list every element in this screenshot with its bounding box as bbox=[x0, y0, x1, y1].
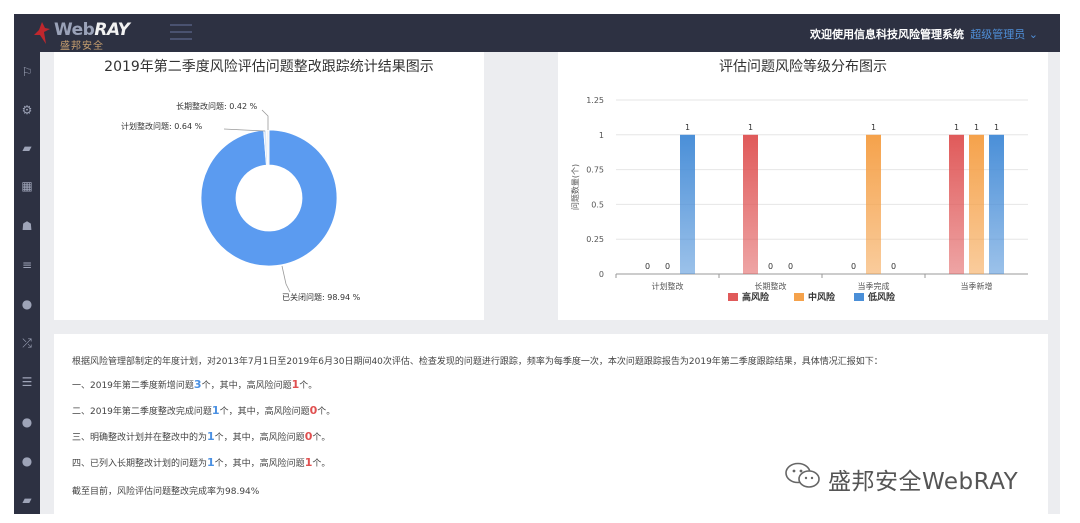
pie-chart-panel: 2019年第二季度风险评估问题整改跟踪统计结果图示 长期整改问题: 0.42 %… bbox=[54, 52, 484, 320]
help-icon-2[interactable]: ● bbox=[19, 414, 35, 430]
y-tick-label: 1.25 bbox=[586, 96, 604, 105]
welcome-text: 欢迎使用信息科技风险管理系统 bbox=[810, 28, 964, 41]
x-tick-label: 长期整改 bbox=[755, 281, 787, 291]
logo-mark-icon bbox=[34, 22, 50, 44]
bar[interactable] bbox=[743, 134, 758, 274]
report-intro: 根据风险管理部制定的年度计划，对2013年7月1日至2019年6月30日期间40… bbox=[72, 357, 883, 367]
x-tick-label: 当季新增 bbox=[961, 281, 993, 291]
shuffle-icon[interactable]: ⤮ bbox=[19, 335, 35, 351]
bar-data-label: 1 bbox=[685, 123, 690, 132]
bar[interactable] bbox=[680, 134, 695, 274]
bar-data-label: 0 bbox=[645, 262, 650, 271]
bar[interactable] bbox=[969, 134, 984, 274]
bar-data-label: 0 bbox=[851, 262, 856, 271]
help-icon-3[interactable]: ● bbox=[19, 453, 35, 469]
y-tick-label: 0.25 bbox=[586, 235, 604, 244]
report-summary: 截至目前，风险评估问题整改完成率为98.94% bbox=[72, 487, 260, 497]
briefcase-icon-2[interactable]: ▰ bbox=[19, 492, 35, 508]
bar-data-label: 1 bbox=[954, 123, 959, 132]
bar-chart: 0 0.25 0.5 0.75 1 1.25 问题数量(个) 计划整改 0 0 1 长期整改 1 0 0 当季… bbox=[570, 96, 1028, 303]
x-tick-label: 当季完成 bbox=[858, 281, 890, 291]
report-line-1: 一、2019年第二季度新增问题3个，其中，高风险问题1个。 bbox=[72, 378, 318, 391]
bar[interactable] bbox=[989, 134, 1004, 274]
user-name: 超级管理员 bbox=[970, 28, 1026, 41]
watermark: 盛邦安全WebRAY bbox=[784, 459, 1044, 495]
legend-swatch[interactable] bbox=[854, 293, 864, 301]
menu-toggle-icon[interactable] bbox=[170, 24, 192, 42]
flag-icon[interactable]: ⚐ bbox=[19, 64, 35, 80]
gear-icon[interactable]: ⚙ bbox=[19, 102, 35, 118]
sidebar: ⚐ ⚙ ▰ ▦ ☗ ≡ ● ⤮ ☰ ● ● ▰ bbox=[14, 52, 40, 514]
bar-data-label: 1 bbox=[994, 123, 999, 132]
logo-chinese: 盛邦安全 bbox=[60, 41, 104, 52]
bar-data-label: 0 bbox=[788, 262, 793, 271]
chevron-down-icon: ⌄ bbox=[1028, 28, 1038, 41]
pie-label-closed: 已关闭问题: 98.94 % bbox=[282, 293, 361, 302]
y-tick-label: 0.75 bbox=[586, 166, 604, 175]
y-tick-label: 0 bbox=[599, 270, 604, 279]
wechat-icon bbox=[785, 462, 820, 488]
numbered-list-icon[interactable]: ☰ bbox=[19, 374, 35, 390]
leader-line-closed bbox=[281, 265, 291, 293]
leader-line-planned bbox=[223, 128, 266, 132]
pie-chart bbox=[200, 109, 338, 293]
bar[interactable] bbox=[949, 134, 964, 274]
user-menu[interactable]: 超级管理员 ⌄ bbox=[970, 26, 1038, 42]
briefcase-icon[interactable]: ▰ bbox=[19, 140, 35, 156]
leader-line-long-term bbox=[261, 109, 269, 130]
calendar-icon[interactable]: ▦ bbox=[19, 178, 35, 194]
x-tick-label: 计划整改 bbox=[652, 281, 684, 291]
legend-label[interactable]: 高风险 bbox=[742, 291, 770, 303]
pie-label-planned: 计划整改问题: 0.64 % bbox=[121, 122, 203, 131]
report-line-3: 三、明确整改计划并在整改中的为1个，其中，高风险问题0个。 bbox=[72, 430, 331, 443]
y-axis-label: 问题数量(个) bbox=[570, 164, 580, 210]
bar-data-label: 1 bbox=[974, 123, 979, 132]
bar-data-label: 1 bbox=[871, 123, 876, 132]
bar-data-label: 0 bbox=[891, 262, 896, 271]
report-line-2: 二、2019年第二季度整改完成问题1个，其中，高风险问题0个。 bbox=[72, 404, 336, 417]
bar-chart-panel: 评估问题风险等级分布图示 0 0.25 0.5 0.75 1 1.25 问题数量(个) 计划整… bbox=[558, 52, 1048, 320]
app-window: WebRAY 盛邦安全 欢迎使用信息科技风险管理系统 超级管理员 ⌄ ⚐ ⚙ ▰… bbox=[14, 14, 1060, 514]
list-icon[interactable]: ≡ bbox=[19, 257, 35, 273]
legend-swatch[interactable] bbox=[794, 293, 804, 301]
bar-data-label: 0 bbox=[665, 262, 670, 271]
bar-data-label: 1 bbox=[748, 123, 753, 132]
bar[interactable] bbox=[866, 134, 881, 274]
pie-label-long-term: 长期整改问题: 0.42 % bbox=[176, 102, 258, 111]
users-icon[interactable]: ☗ bbox=[19, 218, 35, 234]
bar-data-label: 0 bbox=[768, 262, 773, 271]
report-line-4: 四、已列入长期整改计划的问题为1个，其中，高风险问题1个。 bbox=[72, 456, 331, 469]
watermark-text: 盛邦安全WebRAY bbox=[828, 469, 1019, 495]
logo[interactable]: WebRAY 盛邦安全 bbox=[34, 20, 144, 52]
top-navbar: WebRAY 盛邦安全 欢迎使用信息科技风险管理系统 超级管理员 ⌄ bbox=[14, 14, 1060, 52]
legend-swatch[interactable] bbox=[728, 293, 738, 301]
y-tick-label: 1 bbox=[599, 131, 604, 140]
help-icon[interactable]: ● bbox=[19, 296, 35, 312]
y-tick-label: 0.5 bbox=[591, 200, 604, 209]
legend-label[interactable]: 低风险 bbox=[867, 291, 896, 303]
legend-label[interactable]: 中风险 bbox=[808, 291, 836, 303]
